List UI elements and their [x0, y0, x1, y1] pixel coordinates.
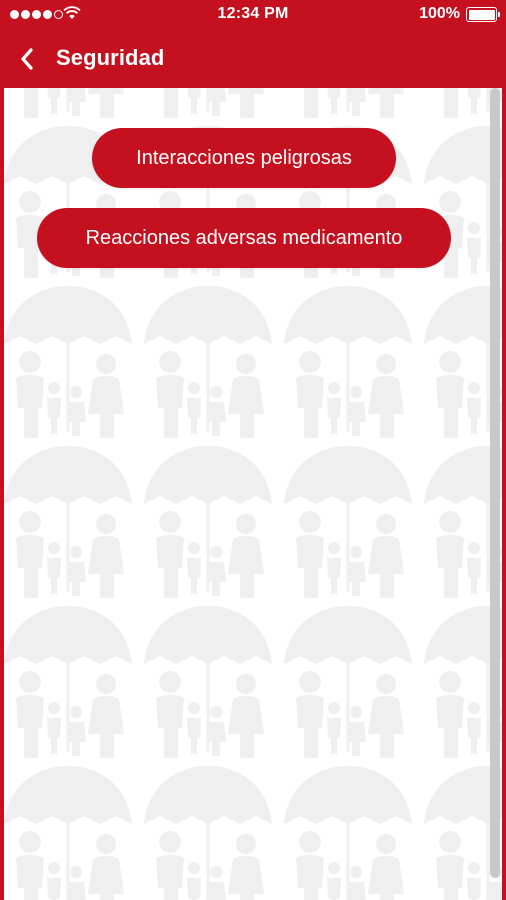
- battery-percentage: 100%: [419, 5, 460, 22]
- app-screen: 12:34 PM 100% Seguridad Interacciones pe…: [0, 0, 506, 900]
- adverse-drug-reactions-button[interactable]: Reacciones adversas medicamento: [37, 208, 451, 268]
- status-bar: 12:34 PM 100%: [0, 0, 506, 30]
- back-button[interactable]: [10, 42, 44, 76]
- dangerous-interactions-button[interactable]: Interacciones peligrosas: [92, 128, 396, 188]
- content-area: Interacciones peligrosas Reacciones adve…: [4, 88, 502, 900]
- page-title: Seguridad: [56, 45, 165, 70]
- battery-icon: [466, 7, 500, 22]
- scrollbar[interactable]: [490, 88, 500, 878]
- navigation-bar: Seguridad: [0, 30, 506, 88]
- chevron-left-icon: [21, 48, 33, 70]
